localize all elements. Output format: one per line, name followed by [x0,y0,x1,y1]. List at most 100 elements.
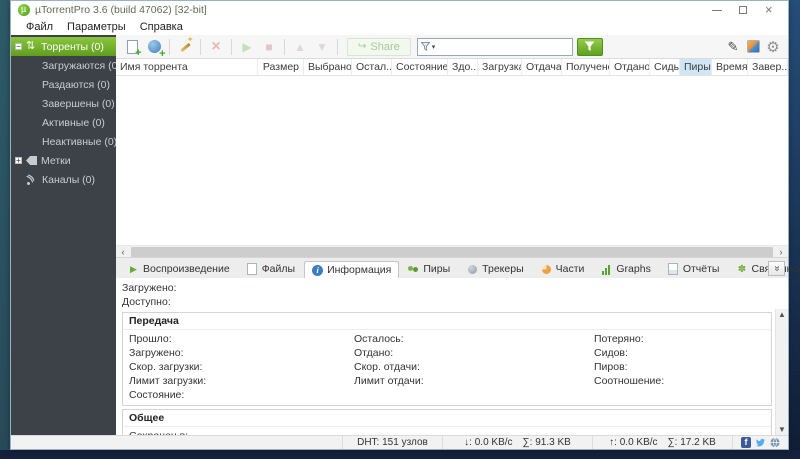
sidebar-item[interactable]: Каналы (0) [11,170,116,189]
share-button[interactable]: Share [347,38,411,56]
column-header[interactable]: Сиды [650,59,680,75]
download-speed: ↓: 0.0 KB/с [464,437,512,448]
settings-button[interactable] [764,38,782,56]
info-panel: Загружено: Доступно: Передача Прошло: Ос… [116,278,788,435]
column-header[interactable]: Размер [258,59,304,75]
torrent-list[interactable] [116,76,788,245]
sidebar-item-label: Метки [41,155,71,167]
tab-label: Отчёты [683,263,720,275]
detail-tab[interactable]: Пиры [400,260,458,278]
expander-icon[interactable]: + [15,157,22,164]
content-area: Share ▾ Имя торрента [116,35,788,435]
sidebar-item-icon [26,174,38,186]
sidebar-item[interactable]: Раздаются (0) [11,75,116,94]
toolbar-separator [231,39,232,55]
column-header[interactable]: Выбрано [304,59,352,75]
field-label: Потеряно: [594,332,765,346]
column-header[interactable]: Состояние [392,59,448,75]
column-header[interactable]: Завер... [748,59,788,75]
add-torrent-button[interactable] [122,37,142,57]
column-header[interactable]: Здо... [448,59,478,75]
scroll-down-icon[interactable]: ▼ [778,424,786,435]
add-url-button[interactable] [144,37,164,57]
sidebar: − Торренты (0) Загружаются (0) Раздаются… [11,35,116,435]
menu-item[interactable]: Справка [133,21,190,33]
close-icon[interactable] [764,5,774,15]
appearance-icon [747,40,760,53]
detail-tab[interactable]: Отчёты [660,260,728,278]
create-torrent-button[interactable] [175,37,195,57]
general-row: Сохранен в: [123,429,771,435]
field-label: Прошло: [129,332,354,346]
sidebar-item[interactable]: Активные (0) [11,113,116,132]
globe-icon[interactable] [770,437,780,448]
downloaded-label: Загружено: [122,281,772,295]
move-up-button[interactable] [290,37,310,57]
remove-button[interactable] [206,37,226,57]
field-label: Сохранен в: [129,429,467,435]
expander-icon[interactable]: − [15,43,22,50]
start-button[interactable] [237,37,257,57]
facebook-icon[interactable] [741,437,751,448]
scroll-up-icon[interactable]: ▲ [778,309,786,320]
scroll-right-icon[interactable]: › [774,246,788,258]
detail-tab[interactable]: Информация [304,261,399,279]
edit-button[interactable] [724,38,742,56]
detail-tab[interactable]: Graphs [593,260,658,278]
column-header[interactable]: Отдача [522,59,562,75]
menu-item[interactable]: Параметры [60,21,133,33]
collapse-panel-button[interactable] [768,261,785,276]
detail-tabs-bar: Воспроизведение Файлы Информация [116,257,788,278]
upload-status: ↑: 0.0 KB/с ∑: 17.2 KB [592,436,732,449]
horizontal-scrollbar[interactable]: ‹ › [116,245,788,257]
transfer-group: Передача Прошло: Осталось: Потеряно: Заг… [122,312,772,406]
scrollbar-thumb[interactable] [131,247,773,257]
sidebar-item-label: Раздаются (0) [42,79,110,91]
sidebar-item-icon [26,40,37,53]
column-header[interactable]: Время [712,59,748,75]
sidebar-item[interactable]: Неактивные (0) [11,132,116,151]
main-row: − Торренты (0) Загружаются (0) Раздаются… [11,35,788,435]
column-header[interactable]: Получено [562,59,610,75]
filter-icon [584,41,595,52]
availability-label: Доступно: [122,295,772,309]
tab-icon [467,264,478,275]
status-bar: DHT: 151 узлов ↓: 0.0 KB/с ∑: 91.3 KB ↑:… [11,435,788,449]
field-label [467,429,765,435]
search-input[interactable] [437,40,568,54]
menu-item[interactable]: Файл [19,21,60,33]
detail-tab[interactable]: Трекеры [459,260,531,278]
stop-button[interactable] [259,37,279,57]
add-url-icon [148,40,161,53]
field-label [354,388,594,402]
download-status: ↓: 0.0 KB/с ∑: 91.3 KB [442,436,592,449]
filter-button[interactable] [577,38,603,56]
field-label: Лимит загрузки: [129,374,354,388]
appearance-button[interactable] [744,38,762,56]
detail-tab[interactable]: Воспроизведение [120,260,238,278]
column-header[interactable]: Имя торрента [116,59,258,75]
transfer-row: Скор. загрузки: Скор. отдачи: Пиров: [123,360,771,374]
column-header[interactable]: Отдано [610,59,650,75]
column-header[interactable]: Загрузка [478,59,522,75]
minimize-icon[interactable] [712,5,722,15]
move-down-button[interactable] [312,37,332,57]
move-down-icon [316,40,328,54]
sidebar-item[interactable]: + Метки [11,151,116,170]
detail-tab[interactable]: Файлы [239,260,303,278]
scroll-left-icon[interactable]: ‹ [116,246,130,258]
column-header[interactable]: Остал... [352,59,392,75]
detail-tab[interactable]: Части [533,260,593,278]
detail-tab[interactable]: Связанное [728,260,800,278]
sidebar-item[interactable]: Завершены (0) [11,94,116,113]
sidebar-item[interactable]: Загружаются (0) [11,56,116,75]
column-header[interactable]: Пиры [680,59,712,75]
title-bar: µTorrentPro 3.6 (build 47062) [32-bit] [11,1,788,19]
social-links [732,436,788,449]
sidebar-item[interactable]: − Торренты (0) [11,37,116,56]
maximize-icon[interactable] [738,5,748,15]
create-torrent-icon [178,39,193,54]
twitter-icon[interactable] [755,438,766,448]
vertical-scrollbar[interactable]: ▲ ▼ [775,309,788,435]
chevron-down-icon[interactable]: ▾ [432,43,436,51]
